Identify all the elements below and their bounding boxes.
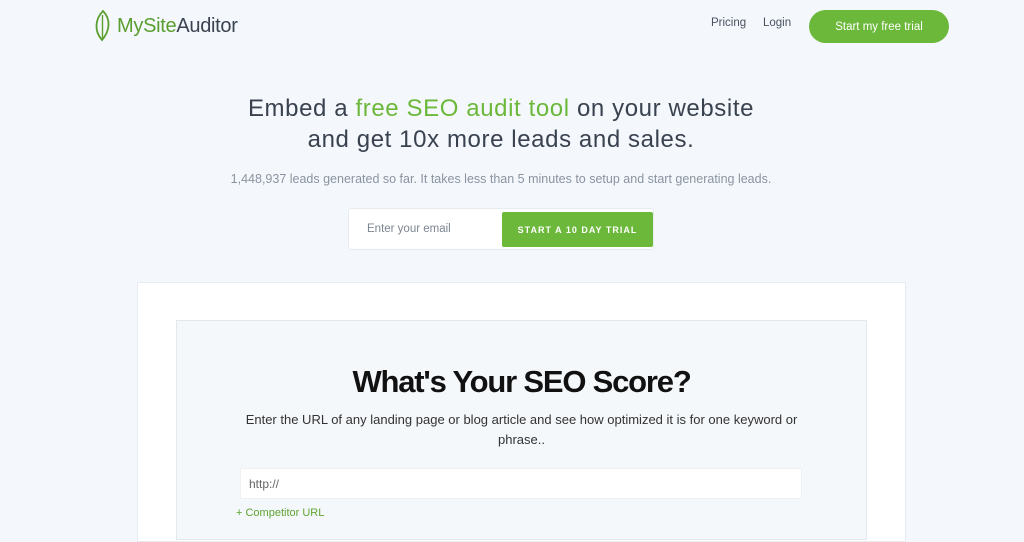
seo-score-description: Enter the URL of any landing page or blo… <box>245 412 798 447</box>
hero-title-after: on your website <box>569 95 755 122</box>
nav-login-link[interactable]: Login <box>763 17 791 29</box>
start-trial-button[interactable]: START A 10 DAY TRIAL <box>502 212 653 247</box>
hero-title-line2: and get 10x more leads and sales. <box>307 126 695 153</box>
logo-text: MySiteAuditor <box>117 15 238 38</box>
logo-text-my: My <box>117 14 144 37</box>
logo[interactable]: MySiteAuditor <box>93 9 238 43</box>
nav-pricing-link[interactable]: Pricing <box>711 17 746 29</box>
hero-subtitle: 1,448,937 leads generated so far. It tak… <box>230 172 772 186</box>
start-free-trial-button[interactable]: Start my free trial <box>809 10 949 43</box>
hero-title-highlight: free SEO audit tool <box>355 95 570 122</box>
hero-title-before: Embed a <box>247 95 356 122</box>
url-input[interactable] <box>240 468 802 499</box>
email-signup-form: START A 10 DAY TRIAL <box>348 208 654 250</box>
leaf-icon <box>95 9 110 42</box>
logo-text-site: Site <box>143 14 177 37</box>
logo-text-auditor: Auditor <box>176 14 238 37</box>
seo-score-title: What's Your SEO Score? <box>352 364 691 399</box>
hero-title: Embed a free SEO audit tool on your webs… <box>0 93 1002 155</box>
add-competitor-url-link[interactable]: + Competitor URL <box>236 507 324 519</box>
email-input[interactable] <box>359 213 499 245</box>
